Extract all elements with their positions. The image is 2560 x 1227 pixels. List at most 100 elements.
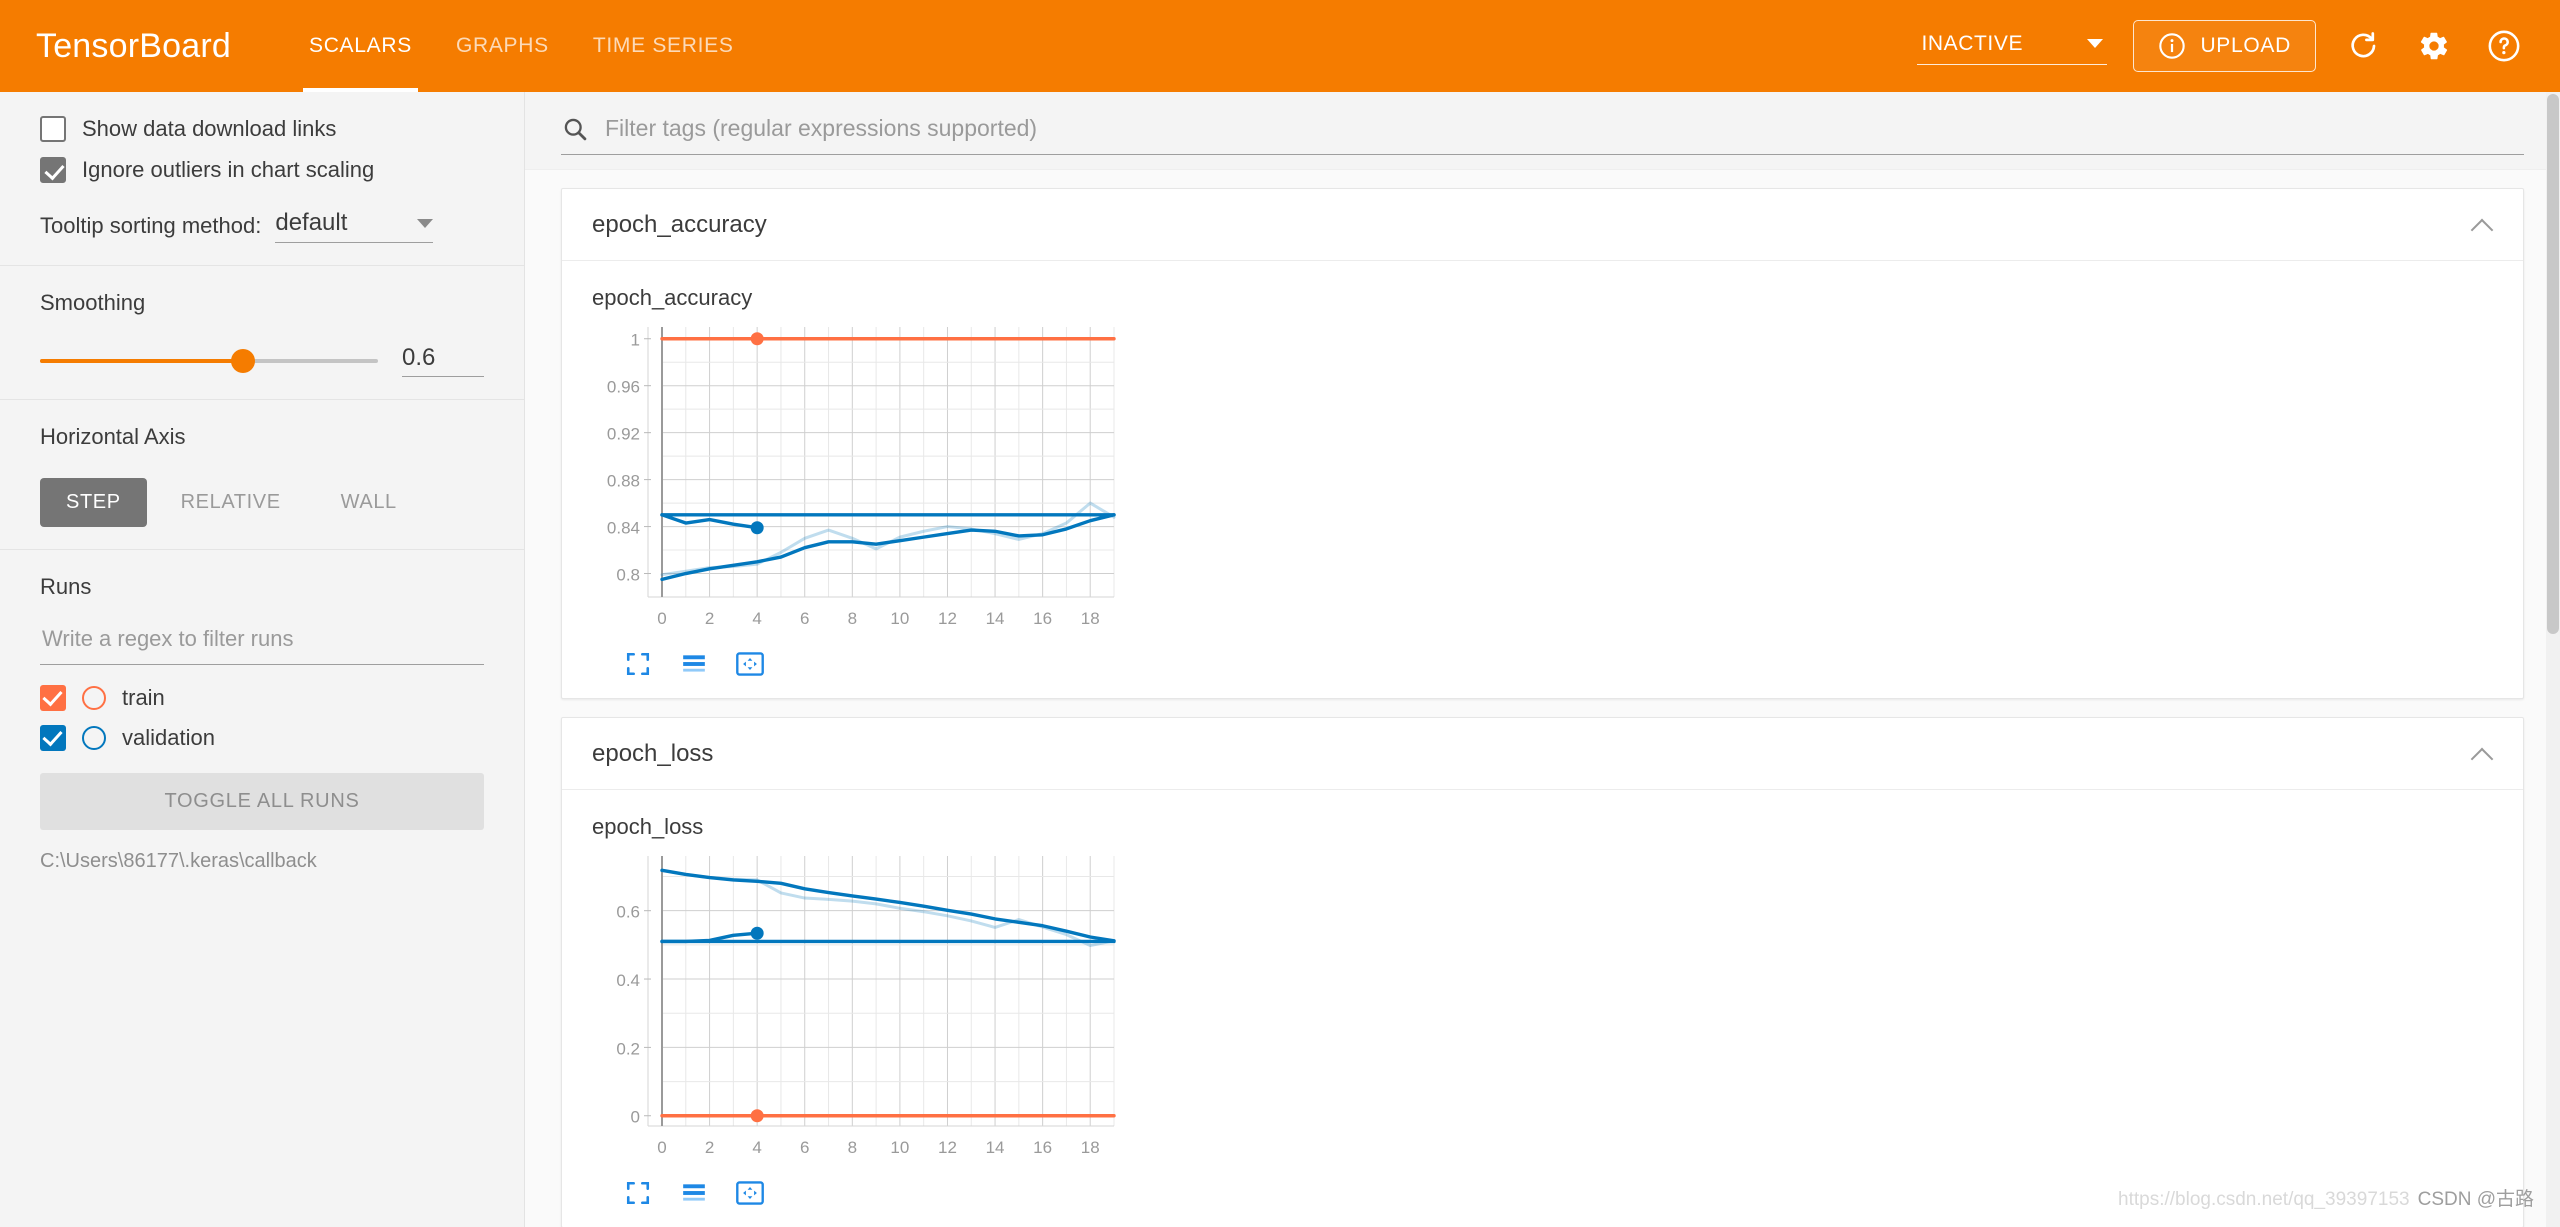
sidebar-settings-section: Show data download links Ignore outliers… xyxy=(0,92,524,266)
toggle-all-runs-button[interactable]: TOGGLE ALL RUNS xyxy=(40,773,484,830)
expand-chart-icon[interactable] xyxy=(622,648,654,680)
svg-text:8: 8 xyxy=(848,1138,857,1157)
gear-icon xyxy=(2420,32,2448,60)
logdir-path: C:\Users\86177\.keras\callback xyxy=(40,850,317,872)
show-download-links-label: Show data download links xyxy=(82,116,337,141)
run-status-value: INACTIVE xyxy=(1921,31,2024,55)
run-status-dropdown[interactable]: INACTIVE xyxy=(1917,28,2108,65)
ignore-outliers-label: Ignore outliers in chart scaling xyxy=(82,157,375,182)
svg-text:18: 18 xyxy=(1081,1138,1100,1157)
tab-time-series[interactable]: TIME SERIES xyxy=(571,0,756,92)
card-epoch-accuracy-header[interactable]: epoch_accuracy xyxy=(562,189,2523,261)
upload-label: UPLOAD xyxy=(2200,34,2291,57)
tooltip-sorting-dropdown[interactable]: default xyxy=(275,209,434,243)
run-train-color-circle-icon xyxy=(82,686,106,710)
data-table-icon[interactable] xyxy=(678,648,710,680)
svg-text:0.6: 0.6 xyxy=(616,903,640,922)
svg-text:0.92: 0.92 xyxy=(607,425,640,444)
scalar-cards: epoch_accuracy epoch_accuracy 0.8 0.84 0.8… xyxy=(525,170,2560,1227)
svg-text:16: 16 xyxy=(1033,1138,1052,1157)
card-epoch-loss-body: epoch_loss 0 0.2 0.4 0.6 0 2 4 6 8 10 12 14 16 18 xyxy=(562,790,2523,1227)
main-content: epoch_accuracy epoch_accuracy 0.8 0.84 0.8… xyxy=(525,92,2560,1227)
svg-text:10: 10 xyxy=(890,1138,909,1157)
svg-text:6: 6 xyxy=(800,1138,809,1157)
chevron-down-icon xyxy=(417,218,434,228)
runs-title: Runs xyxy=(40,574,92,599)
svg-text:16: 16 xyxy=(1033,609,1052,628)
tooltip-sorting-value: default xyxy=(275,209,348,236)
chart-accuracy-toolbar xyxy=(592,648,2493,680)
axis-option-wall[interactable]: WALL xyxy=(315,478,423,527)
svg-text:10: 10 xyxy=(890,609,909,628)
app-header: TensorBoard SCALARS GRAPHS TIME SERIES I… xyxy=(0,0,2560,92)
slider-fill xyxy=(40,358,243,363)
tab-scalars[interactable]: SCALARS xyxy=(287,0,434,92)
settings-button[interactable] xyxy=(2412,24,2456,68)
svg-text:2: 2 xyxy=(705,609,714,628)
chevron-up-icon[interactable] xyxy=(2471,743,2493,765)
show-download-links-checkbox[interactable] xyxy=(40,116,66,142)
run-train-label: train xyxy=(122,685,165,710)
ignore-outliers-checkbox[interactable] xyxy=(40,157,66,183)
svg-text:0.88: 0.88 xyxy=(607,472,640,491)
tag-filter-bar xyxy=(525,92,2560,170)
run-item-train[interactable]: train xyxy=(40,685,484,711)
show-download-links-row[interactable]: Show data download links xyxy=(40,116,484,142)
pan-reset-icon[interactable] xyxy=(734,648,766,680)
content-scrollbar[interactable] xyxy=(2546,92,2560,1227)
smoothing-slider[interactable] xyxy=(40,348,378,373)
ignore-outliers-row[interactable]: Ignore outliers in chart scaling xyxy=(40,157,484,183)
svg-text:4: 4 xyxy=(752,609,761,628)
slider-thumb[interactable] xyxy=(230,348,255,373)
refresh-icon xyxy=(2351,32,2376,58)
help-icon xyxy=(2488,30,2520,62)
smoothing-title: Smoothing xyxy=(40,290,146,315)
run-validation-color-circle-icon xyxy=(82,726,106,750)
svg-text:14: 14 xyxy=(986,609,1005,628)
pan-reset-icon[interactable] xyxy=(734,1177,766,1209)
horizontal-axis-buttons: STEP RELATIVE WALL xyxy=(40,478,484,527)
card-epoch-loss: epoch_loss epoch_loss 0 0.2 0.4 0.6 0 2 4 6 8 10 1… xyxy=(561,717,2524,1227)
svg-text:8: 8 xyxy=(848,609,857,628)
svg-text:0.4: 0.4 xyxy=(616,971,640,990)
tab-graphs[interactable]: GRAPHS xyxy=(434,0,571,92)
svg-text:0.84: 0.84 xyxy=(607,519,640,538)
refresh-button[interactable] xyxy=(2342,24,2386,68)
data-table-icon[interactable] xyxy=(678,1177,710,1209)
tooltip-sorting-row: Tooltip sorting method: default xyxy=(40,209,484,243)
chart-loss-label: epoch_loss xyxy=(592,814,704,839)
axis-option-relative[interactable]: RELATIVE xyxy=(155,478,307,527)
search-icon xyxy=(564,118,587,140)
svg-text:0.8: 0.8 xyxy=(616,566,640,585)
axis-option-step[interactable]: STEP xyxy=(40,478,147,527)
help-button[interactable] xyxy=(2482,24,2526,68)
card-epoch-accuracy-title: epoch_accuracy xyxy=(592,210,767,238)
chart-loss-toolbar xyxy=(592,1177,2493,1209)
chart-epoch-accuracy[interactable]: 0.80.840.880.920.9610 2 4 6 8 10 12 14 16 18 xyxy=(592,317,1132,637)
svg-text:4: 4 xyxy=(752,1138,761,1157)
chevron-down-icon xyxy=(2087,39,2104,48)
svg-text:18: 18 xyxy=(1081,609,1100,628)
tag-filter-input[interactable] xyxy=(603,114,2524,143)
tooltip-sorting-label: Tooltip sorting method: xyxy=(40,213,262,238)
chart-epoch-loss[interactable]: 0 0.2 0.4 0.6 0 2 4 6 8 10 12 14 16 18 xyxy=(592,846,1132,1166)
card-epoch-loss-header[interactable]: epoch_loss xyxy=(562,718,2523,790)
chevron-up-icon[interactable] xyxy=(2471,214,2493,236)
app-brand: TensorBoard xyxy=(36,26,231,65)
svg-text:6: 6 xyxy=(800,609,809,628)
svg-text:0: 0 xyxy=(657,609,666,628)
card-epoch-accuracy: epoch_accuracy epoch_accuracy 0.8 0.84 0.8… xyxy=(561,188,2524,699)
scrollbar-thumb[interactable] xyxy=(2547,94,2559,634)
smoothing-value-input[interactable]: 0.6 xyxy=(402,344,484,377)
run-train-checkbox[interactable] xyxy=(40,685,66,711)
svg-text:12: 12 xyxy=(938,1138,957,1157)
svg-text:14: 14 xyxy=(986,1138,1005,1157)
runs-filter-input[interactable] xyxy=(40,618,484,665)
upload-button[interactable]: UPLOAD xyxy=(2133,20,2316,72)
runs-section: Runs train validation TOGGLE ALL RUNS C:… xyxy=(0,550,524,895)
run-validation-checkbox[interactable] xyxy=(40,725,66,751)
expand-chart-icon[interactable] xyxy=(622,1177,654,1209)
run-item-validation[interactable]: validation xyxy=(40,725,484,751)
svg-text:0: 0 xyxy=(631,1108,640,1127)
card-epoch-accuracy-body: epoch_accuracy 0.8 0.84 0.88 0.92 0.96 1 0 2 4 6 8… xyxy=(562,261,2523,698)
